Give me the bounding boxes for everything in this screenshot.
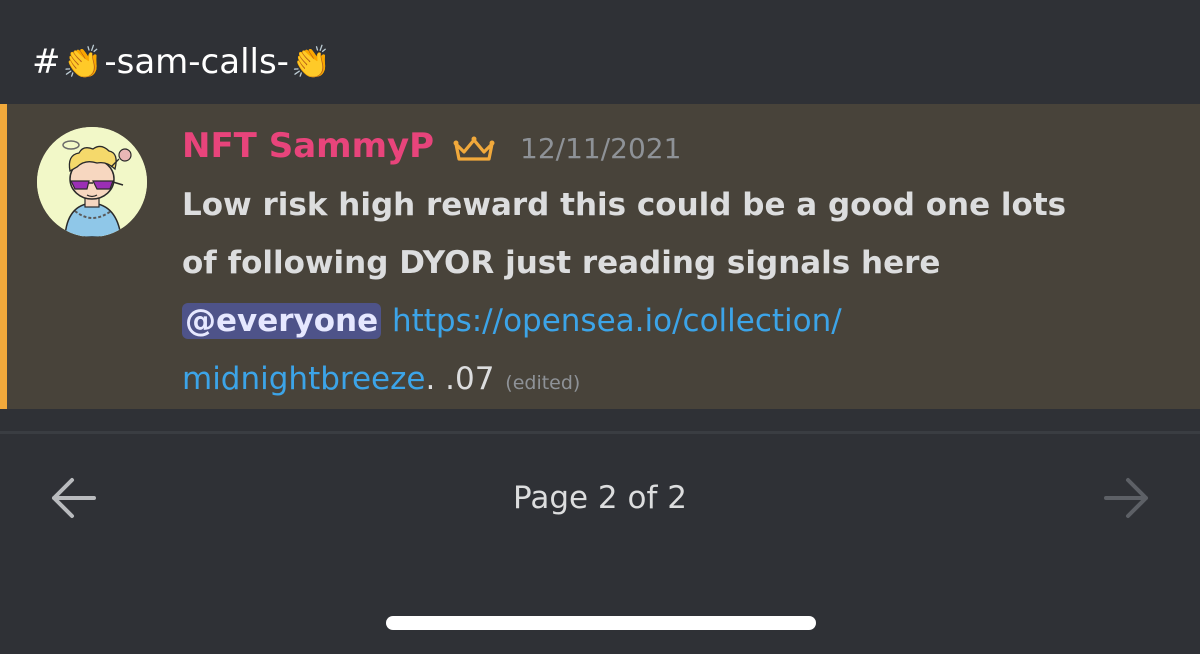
message-content: Low risk high reward this could be a goo… [182, 176, 1172, 412]
page-indicator: Page 2 of 2 [513, 480, 687, 516]
avatar-illustration [37, 127, 147, 237]
message-line: midnightbreeze. .07 (edited) [182, 350, 1172, 412]
channel-name: -sam-calls- [104, 42, 289, 82]
message-line: @everyone https://opensea.io/collection/ [182, 292, 1172, 350]
channel-title[interactable]: # 👏 -sam-calls- 👏 [32, 34, 333, 90]
channel-header: # 👏 -sam-calls- 👏 [0, 0, 1200, 104]
clap-emoji-icon: 👏 [62, 43, 103, 81]
crown-icon [453, 136, 495, 161]
avatar[interactable] [37, 127, 147, 237]
message-timestamp: 12/11/2021 [520, 132, 682, 165]
mention-highlight-bar [0, 104, 7, 409]
message-line: Low risk high reward this could be a goo… [182, 187, 1067, 223]
message-price: . .07 [425, 361, 495, 397]
channel-hash: # [32, 42, 61, 82]
pagination-bar: Page 2 of 2 [0, 434, 1200, 654]
home-indicator[interactable] [386, 616, 816, 630]
message-line: of following DYOR just reading signals h… [182, 245, 941, 281]
message-item[interactable]: NFT SammyP 12/11/2021 Low risk high rewa… [0, 104, 1200, 409]
arrow-right-icon[interactable] [1102, 476, 1150, 520]
collection-link-continued[interactable]: midnightbreeze [182, 361, 425, 397]
edited-label: (edited) [505, 372, 581, 394]
clap-emoji-icon: 👏 [290, 43, 331, 81]
everyone-mention[interactable]: @everyone [182, 303, 382, 339]
collection-link[interactable]: https://opensea.io/collection/ [392, 303, 842, 339]
message-author[interactable]: NFT SammyP [182, 124, 434, 168]
